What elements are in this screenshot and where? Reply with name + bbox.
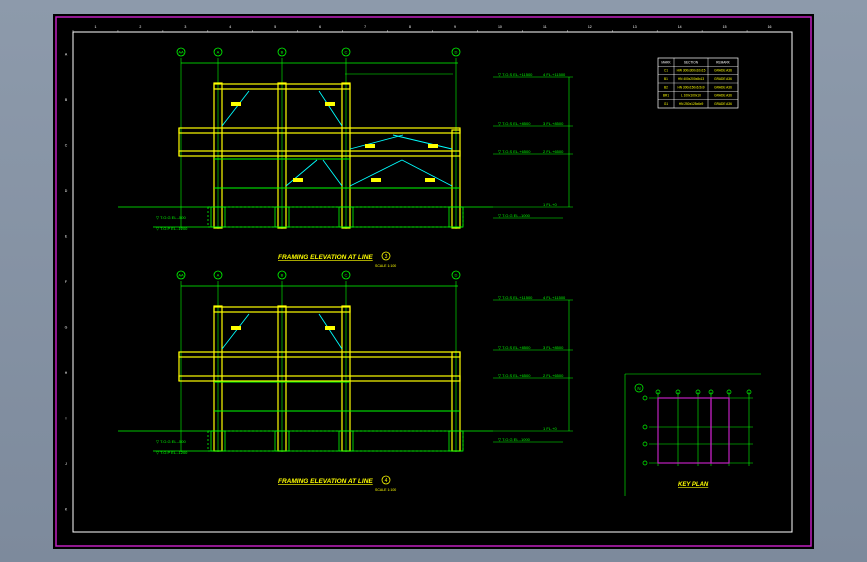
grid-bubbles-2: AA A B C D [176,270,461,280]
grid-bubbles-1: AA A B C D [176,47,461,57]
schedule-cell: HN 250x125x6x9 [679,102,704,106]
schedule-header: REMARK [716,60,731,64]
schedule-cell: GRADE A36 [714,69,732,73]
ruler-top-label: 12 [588,25,592,29]
grid-bubble-label: A [217,50,220,55]
ruler-top-label: 9 [454,25,456,29]
ruler-top-label: 15 [723,25,727,29]
grid-bubble-label: B [281,273,284,278]
ruler-left-label: J [65,462,67,466]
schedule-cell: L 100x100x10 [681,94,701,98]
grid-bubble-label: AA [178,50,184,55]
ruler-top-label: 1 [94,25,96,29]
ruler-left-label: C [65,144,68,148]
ruler-top-label: 8 [409,25,411,29]
schedule-cell: HN 400x200x8x13 [678,77,704,81]
grid-bubble-label: D [455,273,458,278]
ruler-left-label: E [65,235,68,239]
ruler-left-label: H [65,371,68,375]
key-plan: N KEY PLAN [624,373,761,496]
ruler-left-label: F [65,280,67,284]
svg-text:▽ T.O.S EL.+11500: ▽ T.O.S EL.+11500 [498,295,533,300]
schedule-cell: HN 300x150x6.5x9 [677,85,704,89]
ruler-left-label: G [65,325,68,329]
svg-text:1 FL.+0: 1 FL.+0 [543,426,557,431]
svg-text:1 FL.+0: 1 FL.+0 [543,202,557,207]
schedule-cell: GRADE A36 [714,102,732,106]
schedule-header: SECTION [684,60,699,64]
ruler-top-label: 16 [768,25,772,29]
svg-text:▽ T.O.S EL.+6500: ▽ T.O.S EL.+6500 [498,149,531,154]
ruler-top-label: 6 [319,25,321,29]
ruler-top-label: 10 [498,25,502,29]
svg-text:▽ T.O.G EL.-500: ▽ T.O.G EL.-500 [156,215,186,220]
cad-drawing: 1 2 3 4 5 6 7 8 9 10 11 12 13 14 15 16 ABCDEFGHIJK AA A B… [55,16,812,547]
elevation-2-title: FRAMING ELEVATION AT LINE [278,478,373,485]
ruler-top-label: 5 [274,25,276,29]
north-label: N [637,386,640,391]
elevation-2-line-mark: 4 [385,478,388,484]
schedule-cell: B2 [664,85,668,89]
svg-text:▽ T.O.S EL.+6500: ▽ T.O.S EL.+6500 [498,373,531,378]
schedule-cell: GRADE A36 [714,85,732,89]
svg-text:▽ T.O.G EL.-1000: ▽ T.O.G EL.-1000 [498,437,531,442]
ruler-left-label: B [65,98,68,102]
ruler-top-label: 2 [139,25,141,29]
elevation-2-scale: SCALE 1:100 [375,488,396,492]
left-ruler: A B C D E F G H I J K [65,53,68,512]
ruler-top-label: 4 [229,25,231,29]
elevation-1-scale: SCALE 1:100 [375,264,396,268]
grid-bubble-label: C [345,273,348,278]
svg-text:▽ T.O.P EL.-1200: ▽ T.O.P EL.-1200 [156,226,188,231]
svg-text:▽ T.O.S EL.+8500: ▽ T.O.S EL.+8500 [498,345,531,350]
svg-text:4 FL.+11500: 4 FL.+11500 [543,72,566,77]
schedule-cell: C1 [664,69,668,73]
schedule-cell: B1 [664,77,668,81]
grid-bubble-label: D [455,50,458,55]
svg-text:3 FL.+8500: 3 FL.+8500 [543,345,564,350]
schedule-cell: G1 [664,102,668,106]
elevation-1-title: FRAMING ELEVATION AT LINE [278,254,373,261]
ruler-top-label: 7 [364,25,366,29]
ruler-top-label: 11 [543,25,547,29]
svg-text:2 FL.+6500: 2 FL.+6500 [543,373,564,378]
ruler-left-label: A [65,53,68,57]
svg-text:▽ T.O.P EL.-1200: ▽ T.O.P EL.-1200 [156,450,188,455]
ruler-left-label: D [65,189,68,193]
ruler-top-label: 3 [184,25,186,29]
top-ruler: 1 2 3 4 5 6 7 8 9 10 11 12 13 14 15 16 [72,25,772,32]
drawing-sheet: 1 2 3 4 5 6 7 8 9 10 11 12 13 14 15 16 ABCDEFGHIJK AA A B… [53,14,814,549]
member-schedule: MARK SECTION REMARK C1 HW 300x300x10x15 GRADE… [657,57,739,109]
svg-text:▽ T.O.S EL.+8500: ▽ T.O.S EL.+8500 [498,121,531,126]
ruler-top-label: 14 [678,25,682,29]
svg-text:▽ T.O.G EL.-1000: ▽ T.O.G EL.-1000 [498,213,531,218]
svg-text:▽ T.O.G EL.-500: ▽ T.O.G EL.-500 [156,439,186,444]
grid-bubble-label: A [217,273,220,278]
svg-text:▽ T.O.S EL.+11500: ▽ T.O.S EL.+11500 [498,72,533,77]
ruler-left-label: K [65,507,68,511]
grid-bubble-label: C [345,50,348,55]
schedule-cell: HW 300x300x10x15 [677,69,706,73]
ruler-left-label: I [66,416,67,420]
svg-text:4 FL.+11500: 4 FL.+11500 [543,295,566,300]
svg-text:2 FL.+6500: 2 FL.+6500 [543,149,564,154]
schedule-header: MARK [661,60,671,64]
key-plan-title: KEY PLAN [678,482,709,488]
elevation-1-line-mark: 3 [385,254,388,260]
ruler-top-label: 13 [633,25,637,29]
grid-bubble-label: B [281,50,284,55]
svg-text:3 FL.+8500: 3 FL.+8500 [543,121,564,126]
grid-bubble-label: AA [178,273,184,278]
schedule-cell: BR1 [663,94,669,98]
schedule-cell: GRADE A36 [714,77,732,81]
framing-elevation-2: AA A B C D ▽ T.O.S EL.+11500 ▽ T.O.S EL.… [118,270,573,492]
framing-elevation-1: AA A B C D ▽ T.O.S EL.+11500 ▽ T.O.S EL.… [118,47,573,268]
schedule-cell: GRADE A36 [714,94,732,98]
